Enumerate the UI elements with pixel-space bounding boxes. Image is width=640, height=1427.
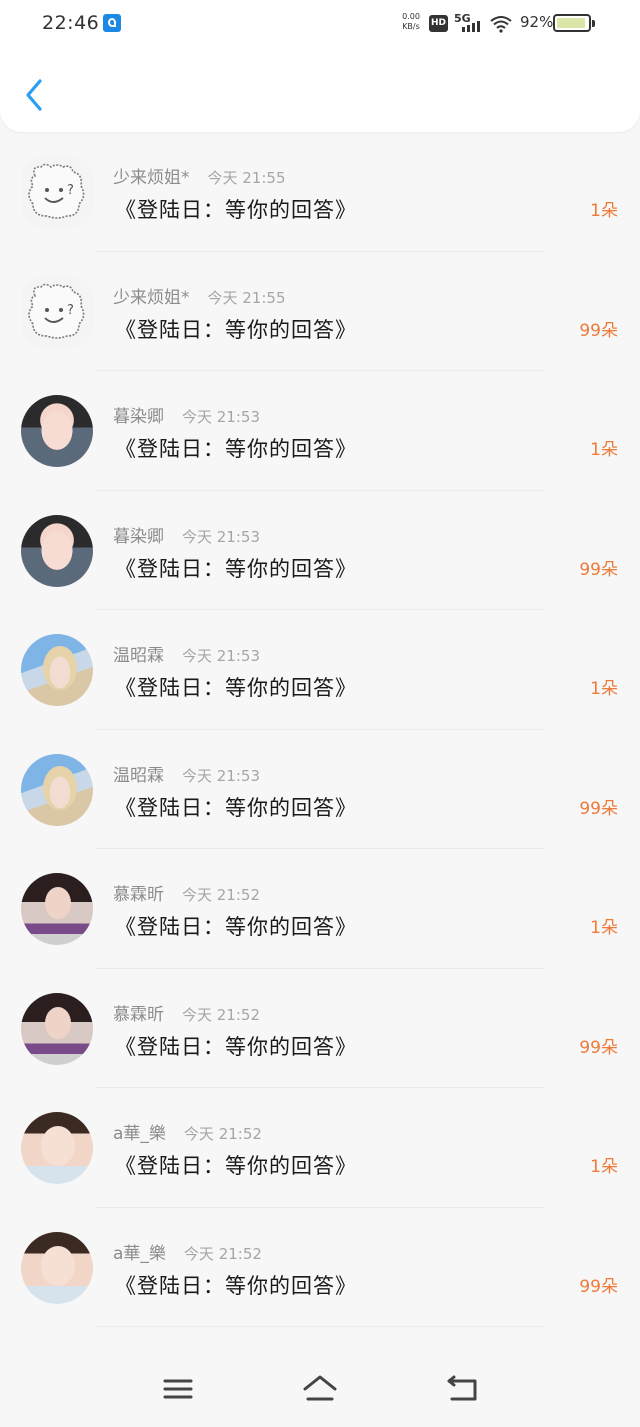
message-time: 今天 21:53 (182, 647, 260, 665)
flower-count: 99朵 (579, 559, 618, 580)
divider (96, 1326, 544, 1327)
user-name-text[interactable]: 暮染卿 (113, 527, 164, 547)
message-text: 《登陆日：等你的回答》 (115, 556, 357, 581)
message-text: 《登陆日：等你的回答》 (115, 676, 357, 700)
flower-count: 99朵 (579, 320, 618, 341)
return-button[interactable] (444, 1372, 480, 1406)
message-time: 今天 21:52 (183, 1125, 262, 1143)
network-speed-unit: KB/s (402, 22, 420, 31)
user-name-text[interactable]: a華_樂 (113, 1124, 166, 1144)
home-icon (303, 1375, 337, 1401)
battery-level (557, 18, 585, 28)
user-name-text[interactable]: 温昭霖 (113, 646, 164, 666)
svg-text:?: ? (67, 303, 74, 318)
user-name-text[interactable]: 慕霖昕 (113, 885, 164, 905)
avatar[interactable]: ? (21, 156, 93, 228)
message-text: 《登陆日：等你的回答》 (115, 795, 357, 820)
flower-count: 1朵 (590, 201, 618, 221)
flower-count: 1朵 (590, 440, 618, 460)
bottom-navigation-bar (0, 1330, 640, 1427)
message-row[interactable]: 慕霖昕 今天 21:52 《登陆日：等你的回答》 1朵 (0, 849, 640, 969)
user-name-text[interactable]: 少来烦姐* (113, 288, 190, 308)
menu-icon (163, 1379, 193, 1399)
message-text: 《登陆日：等你的回答》 (115, 1154, 357, 1178)
wifi-icon (490, 16, 512, 33)
message-time: 今天 21:55 (207, 288, 286, 307)
hd-icon: HD (429, 15, 448, 32)
message-row[interactable]: 温昭霖 今天 21:53 《登陆日：等你的回答》 99朵 (0, 730, 640, 849)
user-name[interactable]: 暮染卿 今天 21:53 (113, 522, 260, 547)
message-time: 今天 21:52 (182, 886, 260, 904)
app-notification-icon (103, 14, 121, 32)
message-time: 今天 21:52 (183, 1244, 262, 1263)
network-type: 5G (454, 12, 471, 25)
flower-count: 99朵 (579, 1276, 618, 1297)
user-name-text[interactable]: 温昭霖 (113, 766, 164, 786)
status-bar: 22:46 0.00 KB/s HD 5G 92% (0, 0, 640, 48)
message-row[interactable]: a華_樂 今天 21:52 《登陆日：等你的回答》 1朵 (0, 1088, 640, 1208)
message-row[interactable]: 暮染卿 今天 21:53 《登陆日：等你的回答》 1朵 (0, 371, 640, 491)
user-name-text[interactable]: 暮染卿 (113, 407, 164, 427)
user-name[interactable]: 慕霖昕 今天 21:52 (113, 880, 260, 905)
flower-count: 1朵 (590, 918, 618, 938)
flower-count: 1朵 (590, 1157, 618, 1177)
network-speed-value: 0.00 (402, 12, 420, 21)
message-time: 今天 21:53 (182, 766, 260, 785)
status-time: 22:46 (42, 12, 100, 34)
user-name[interactable]: 少来烦姐* 今天 21:55 (113, 163, 286, 188)
message-text: 《登陆日：等你的回答》 (115, 1034, 357, 1059)
avatar[interactable]: ? (21, 275, 93, 348)
message-time: 今天 21:53 (182, 408, 260, 426)
message-row[interactable]: 慕霖昕 今天 21:52 《登陆日：等你的回答》 99朵 (0, 969, 640, 1088)
avatar[interactable] (21, 1231, 93, 1304)
message-text: 《登陆日：等你的回答》 (115, 317, 357, 342)
user-name-text[interactable]: 慕霖昕 (113, 1005, 164, 1025)
message-text: 《登陆日：等你的回答》 (115, 915, 357, 939)
message-time: 今天 21:53 (182, 527, 260, 546)
avatar[interactable] (21, 1112, 93, 1184)
message-row[interactable]: ? 少来烦姐* 今天 21:55 《登陆日：等你的回答》 1朵 (0, 132, 640, 252)
battery-icon (553, 14, 595, 32)
user-name[interactable]: 慕霖昕 今天 21:52 (113, 1000, 260, 1025)
user-name[interactable]: a華_樂 今天 21:52 (113, 1239, 262, 1264)
user-name[interactable]: 暮染卿 今天 21:53 (113, 402, 260, 427)
message-time: 今天 21:52 (182, 1005, 260, 1024)
message-row[interactable]: ? 少来烦姐* 今天 21:55 《登陆日：等你的回答》 99朵 (0, 252, 640, 371)
avatar[interactable] (21, 395, 93, 467)
message-text: 《登陆日：等你的回答》 (115, 198, 357, 222)
user-name[interactable]: 温昭霖 今天 21:53 (113, 641, 260, 666)
message-text: 《登陆日：等你的回答》 (115, 437, 357, 461)
user-name-text[interactable]: 少来烦姐* (113, 168, 190, 188)
user-name[interactable]: a華_樂 今天 21:52 (113, 1119, 262, 1144)
flower-count: 99朵 (579, 798, 618, 819)
chevron-left-icon (26, 79, 42, 111)
flower-count: 1朵 (590, 679, 618, 699)
avatar[interactable] (21, 873, 93, 945)
back-button[interactable] (20, 76, 50, 114)
message-row[interactable]: 暮染卿 今天 21:53 《登陆日：等你的回答》 99朵 (0, 491, 640, 610)
flower-count: 99朵 (579, 1037, 618, 1058)
menu-button[interactable] (160, 1372, 196, 1406)
avatar[interactable] (21, 514, 93, 587)
battery-percentage: 92% (520, 13, 554, 31)
user-name[interactable]: 温昭霖 今天 21:53 (113, 761, 260, 786)
svg-text:?: ? (67, 183, 74, 198)
message-row[interactable]: 温昭霖 今天 21:53 《登陆日：等你的回答》 1朵 (0, 610, 640, 730)
message-row[interactable]: a華_樂 今天 21:52 《登陆日：等你的回答》 99朵 (0, 1208, 640, 1327)
network-speed: 0.00 KB/s (400, 12, 422, 32)
message-text: 《登陆日：等你的回答》 (115, 1273, 357, 1298)
home-button[interactable] (302, 1372, 338, 1406)
signal-icon: 5G (454, 12, 484, 34)
header (0, 48, 640, 132)
avatar[interactable] (21, 992, 93, 1065)
avatar[interactable] (21, 634, 93, 706)
message-list: ? 少来烦姐* 今天 21:55 《登陆日：等你的回答》 1朵? 少来烦姐* 今天 21:5… (0, 132, 640, 1330)
avatar[interactable] (21, 753, 93, 826)
user-name-text[interactable]: a華_樂 (113, 1244, 166, 1264)
user-name[interactable]: 少来烦姐* 今天 21:55 (113, 283, 286, 308)
return-icon (447, 1375, 477, 1401)
message-time: 今天 21:55 (207, 169, 286, 187)
